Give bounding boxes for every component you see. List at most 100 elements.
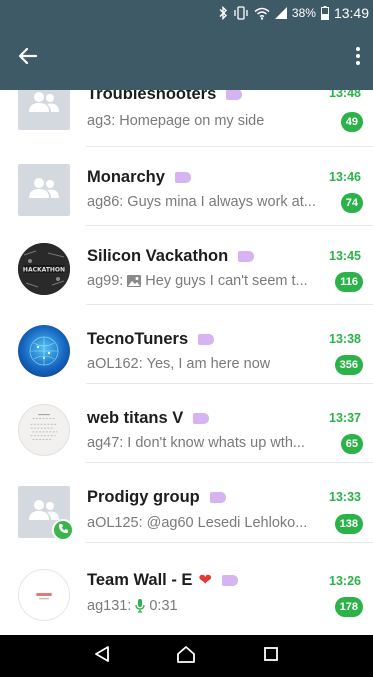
- unread-count-badge: 74: [340, 193, 363, 213]
- chat-time: 13:26: [329, 574, 361, 588]
- unread-count-badge: 49: [340, 112, 363, 132]
- signal-icon: [274, 7, 287, 19]
- chat-row-prodigy-group[interactable]: Prodigy group 13:33 aOL125: @ag60 Lesedi…: [0, 464, 373, 543]
- chat-message: Hey guys I can't seem t...: [145, 273, 308, 289]
- unread-count-badge: 178: [334, 597, 363, 617]
- chat-message: @ag60 Lesedi Lehloko...: [146, 515, 308, 531]
- label-tag-icon: [238, 250, 255, 262]
- label-tag-icon: [226, 90, 243, 100]
- chat-time: 13:46: [329, 170, 361, 184]
- chat-sender: ag131:: [87, 598, 132, 614]
- group-avatar: [18, 90, 70, 130]
- chat-title-line: Prodigy group: [87, 486, 327, 508]
- chat-message: Yes, I am here now: [146, 356, 271, 372]
- label-tag-icon: [174, 171, 191, 183]
- back-button[interactable]: [14, 44, 42, 72]
- chat-title-line: Team Wall - E ❤: [87, 569, 327, 591]
- chat-title: Silicon Vackathon: [87, 246, 229, 265]
- chat-row-web-titans-v[interactable]: web titans V 13:37 ag47: I don't know wh…: [0, 384, 373, 463]
- chat-title-line: web titans V: [87, 407, 327, 429]
- voice-duration: 0:31: [149, 598, 178, 614]
- chat-preview: aOL162: Yes, I am here now: [87, 354, 327, 374]
- chat-title: Team Wall - E: [87, 570, 193, 589]
- battery-icon: [320, 6, 329, 20]
- unread-count-badge: 356: [334, 355, 363, 375]
- chat-title: Troubleshooters: [87, 90, 217, 103]
- divider: [86, 542, 373, 543]
- chat-time: 13:45: [329, 249, 361, 263]
- logo-avatar: [18, 569, 70, 621]
- status-bar: 38% 13:49: [0, 0, 373, 26]
- chat-message: Guys mina I always work at...: [127, 194, 316, 210]
- chat-preview: aOL125: @ag60 Lesedi Lehloko...: [87, 513, 327, 533]
- chat-title-line: Monarchy: [87, 166, 327, 188]
- hackathon-avatar: HACKATHON: [18, 243, 70, 295]
- chat-row-silicon-vackathon[interactable]: HACKATHON Silicon Vackathon 13:45 ag99: …: [0, 226, 373, 305]
- chat-preview: ag131: 0:31: [87, 596, 327, 616]
- call-active-badge: [52, 519, 74, 541]
- label-tag-icon: [198, 333, 215, 345]
- tech-globe-image: [29, 336, 59, 366]
- nav-recents-button[interactable]: [256, 641, 286, 671]
- chat-preview: ag99: Hey guys I can't seem t...: [87, 271, 327, 291]
- heart-emoji-icon: ❤: [198, 572, 212, 589]
- app-bar: [0, 26, 373, 90]
- chat-title: TecnoTuners: [87, 329, 189, 348]
- chat-preview: ag47: I don't know whats up wth...: [87, 433, 327, 453]
- hackathon-image: HACKATHON: [18, 243, 70, 295]
- group-icon: [27, 91, 61, 118]
- label-tag-icon: [193, 412, 210, 424]
- chat-row-monarchy[interactable]: Monarchy 13:46 ag86: Guys mina I always …: [0, 147, 373, 226]
- chat-sender: ag86:: [87, 194, 124, 210]
- chat-time: 13:48: [329, 90, 361, 100]
- chat-row-troubleshooters[interactable]: Troubleshooters 13:48 ag3: Homepage on m…: [0, 90, 373, 147]
- unread-count-badge: 138: [334, 514, 363, 534]
- chat-sender: aOL125:: [87, 515, 143, 531]
- unread-count-badge: 65: [340, 434, 363, 454]
- chat-time: 13:33: [329, 490, 361, 504]
- label-tag-icon: [209, 491, 226, 503]
- chat-row-team-wall-e[interactable]: Team Wall - E ❤ 13:26 ag131: 0:31 178: [0, 545, 373, 624]
- nav-back-icon: [93, 645, 111, 668]
- chat-title: web titans V: [87, 408, 184, 427]
- unread-count-badge: 116: [335, 272, 363, 292]
- system-nav-bar: [0, 635, 373, 677]
- group-avatar: [18, 164, 70, 216]
- document-image: [30, 414, 58, 440]
- divider: [86, 462, 373, 463]
- vibrate-icon: [233, 6, 249, 20]
- clock: 13:49: [333, 5, 369, 21]
- logo-image: [36, 593, 52, 600]
- overflow-menu-button[interactable]: [349, 44, 367, 72]
- chat-title-line: Silicon Vackathon: [87, 245, 327, 267]
- hackathon-logo-text: HACKATHON: [23, 267, 65, 274]
- chat-sender: ag99:: [87, 273, 124, 289]
- chat-sender: aOL162:: [87, 356, 143, 372]
- chat-list[interactable]: Troubleshooters 13:48 ag3: Homepage on m…: [0, 90, 373, 635]
- screen: 38% 13:49 Troubleshooters 13:48 ag3: Hom…: [0, 0, 373, 677]
- chat-message: Homepage on my side: [119, 113, 265, 129]
- chat-message: I don't know whats up wth...: [127, 435, 305, 451]
- label-tag-icon: [221, 574, 238, 586]
- chat-time: 13:38: [329, 332, 361, 346]
- photo-icon: [127, 275, 142, 287]
- phone-icon: [58, 521, 69, 539]
- nav-home-button[interactable]: [171, 641, 201, 671]
- arrow-left-icon: [18, 47, 38, 70]
- nav-back-button[interactable]: [87, 641, 117, 671]
- document-avatar: [18, 404, 70, 456]
- group-icon: [27, 177, 61, 204]
- chat-row-tecnotuners[interactable]: TecnoTuners 13:38 aOL162: Yes, I am here…: [0, 305, 373, 384]
- more-vert-icon: [355, 46, 361, 71]
- tech-avatar: [18, 325, 70, 377]
- chat-title: Monarchy: [87, 167, 165, 186]
- chat-title-line: TecnoTuners: [87, 328, 327, 350]
- chat-sender: ag47:: [87, 435, 124, 451]
- microphone-icon: [135, 599, 146, 613]
- battery-percent: 38%: [291, 6, 316, 20]
- nav-recents-icon: [263, 646, 279, 667]
- chat-preview: ag3: Homepage on my side: [87, 111, 327, 131]
- wifi-icon: [254, 7, 270, 20]
- chat-title: Prodigy group: [87, 487, 200, 506]
- chat-sender: ag3:: [87, 113, 116, 129]
